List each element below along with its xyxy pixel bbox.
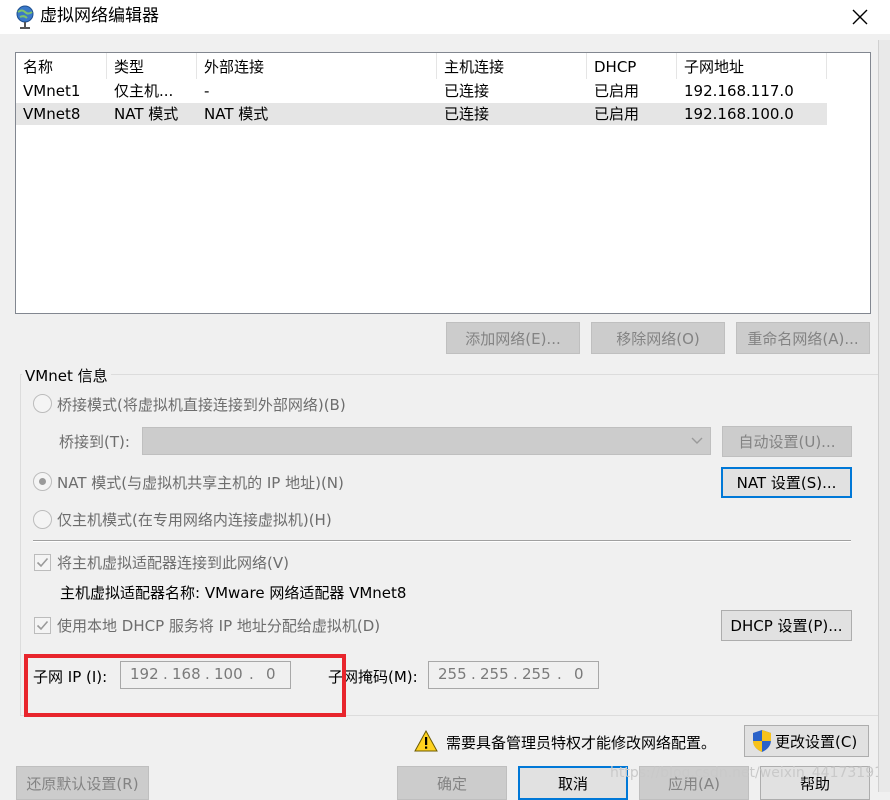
column-header-subnet[interactable]: 子网地址 [677, 53, 827, 79]
cell-type: 仅主机... [114, 82, 174, 100]
rename-network-button[interactable]: 重命名网络(A)... [736, 322, 870, 354]
subnet-mask-octet-2: 255 [480, 665, 509, 683]
close-icon [852, 9, 868, 25]
subnet-mask-octet-4: 0 [574, 665, 584, 683]
ok-button[interactable]: 确定 [397, 766, 507, 800]
cell-external: NAT 模式 [204, 105, 269, 123]
watermark-text: https://blog.csdn.net/weixin_44173191 [610, 765, 884, 781]
cell-dhcp: 已启用 [594, 105, 640, 123]
chevron-down-icon [691, 437, 703, 444]
column-header-dhcp[interactable]: DHCP [587, 53, 677, 79]
highlight-box [24, 654, 346, 717]
window-title: 虚拟网络编辑器 [40, 6, 159, 26]
column-header-name[interactable]: 名称 [16, 53, 107, 79]
bridged-mode-radio[interactable] [33, 394, 52, 413]
vmnet-info-title: VMnet 信息 [22, 365, 111, 386]
cell-name: VMnet8 [23, 105, 81, 123]
bridged-mode-label[interactable]: 桥接模式(将虚拟机直接连接到外部网络)(B) [57, 394, 346, 415]
cell-external: - [204, 82, 210, 100]
cell-subnet: 192.168.117.0 [684, 82, 794, 100]
radio-selected-dot [39, 478, 46, 485]
change-settings-button[interactable]: 更改设置(C) [744, 725, 869, 757]
nat-settings-button[interactable]: NAT 设置(S)... [721, 467, 852, 498]
adapter-name-text: 主机虚拟适配器名称: VMware 网络适配器 VMnet8 [60, 584, 407, 602]
checkmark-icon [36, 557, 49, 568]
cell-host: 已连接 [444, 105, 490, 123]
dhcp-checkbox[interactable] [34, 617, 51, 634]
table-row[interactable]: VMnet1 仅主机... - 已连接 已启用 192.168.117.0 [16, 80, 827, 102]
dhcp-label[interactable]: 使用本地 DHCP 服务将 IP 地址分配给虚拟机(D) [57, 615, 380, 636]
globe-network-icon [14, 4, 36, 30]
dhcp-settings-button[interactable]: DHCP 设置(P)... [721, 610, 852, 641]
uac-shield-icon [753, 730, 771, 752]
background-window-edge [878, 40, 890, 792]
cell-subnet: 192.168.100.0 [684, 105, 794, 123]
change-settings-label: 更改设置(C) [775, 732, 858, 751]
host-only-mode-radio[interactable] [33, 510, 52, 529]
cell-host: 已连接 [444, 82, 490, 100]
cell-name: VMnet1 [23, 82, 81, 100]
ip-dot: . [513, 665, 518, 683]
ip-dot: . [471, 665, 476, 683]
cell-type: NAT 模式 [114, 105, 179, 123]
subnet-mask-octet-3: 255 [522, 665, 551, 683]
nat-mode-label[interactable]: NAT 模式(与虚拟机共享主机的 IP 地址)(N) [57, 472, 344, 493]
cell-dhcp: 已启用 [594, 82, 640, 100]
admin-warning-text: 需要具备管理员特权才能修改网络配置。 [446, 734, 717, 752]
column-header-type[interactable]: 类型 [107, 53, 197, 79]
subnet-mask-octet-1: 255 [438, 665, 467, 683]
close-button[interactable] [840, 0, 880, 34]
add-network-button[interactable]: 添加网络(E)... [446, 322, 580, 354]
warning-icon [414, 729, 438, 752]
column-header-host[interactable]: 主机连接 [437, 53, 587, 79]
bridge-to-label: 桥接到(T): [59, 433, 130, 451]
bridge-to-select[interactable] [142, 427, 711, 455]
auto-settings-button[interactable]: 自动设置(U)... [722, 426, 852, 457]
checkmark-icon [36, 620, 49, 631]
ip-dot: . [557, 665, 562, 683]
host-only-mode-label[interactable]: 仅主机模式(在专用网络内连接虚拟机)(H) [57, 509, 332, 530]
restore-defaults-button[interactable]: 还原默认设置(R) [16, 766, 149, 800]
subnet-mask-input[interactable]: 255 . 255 . 255 . 0 [428, 661, 599, 689]
remove-network-button[interactable]: 移除网络(O) [591, 322, 725, 354]
connect-adapter-checkbox[interactable] [34, 554, 51, 571]
column-header-external[interactable]: 外部连接 [197, 53, 437, 79]
connect-adapter-label[interactable]: 将主机虚拟适配器连接到此网络(V) [57, 552, 289, 573]
divider [33, 540, 851, 542]
list-header: 名称 类型 外部连接 主机连接 DHCP 子网地址 [16, 53, 870, 79]
network-list[interactable]: 名称 类型 外部连接 主机连接 DHCP 子网地址 VMnet1 仅主机... … [15, 52, 871, 314]
nat-mode-radio[interactable] [33, 472, 52, 491]
table-row-selected[interactable]: VMnet8 NAT 模式 NAT 模式 已连接 已启用 192.168.100… [16, 103, 827, 125]
